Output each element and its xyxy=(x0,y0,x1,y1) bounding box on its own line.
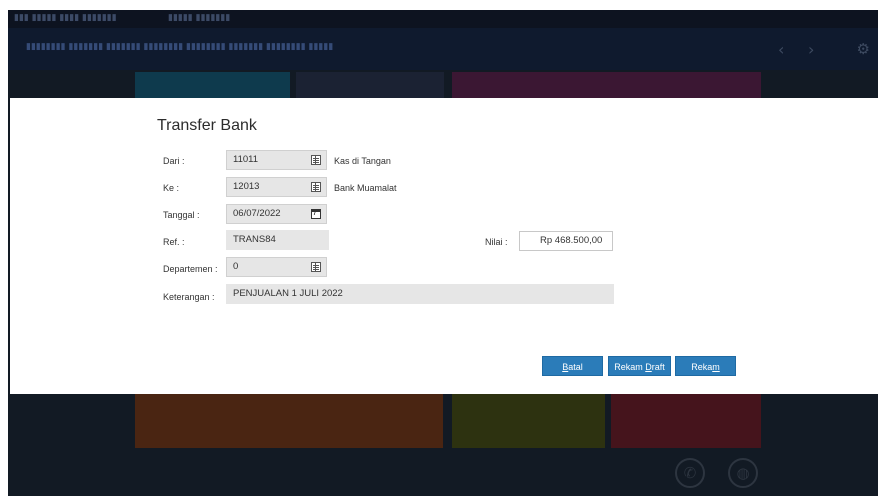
rekam-draft-button-label-pre: Rekam xyxy=(614,362,646,372)
dari-value: 11011 xyxy=(233,154,259,165)
calendar-icon[interactable]: 7 xyxy=(311,209,321,219)
nilai-value: Rp 468.500,00 xyxy=(540,235,603,246)
table-lookup-icon[interactable] xyxy=(311,155,321,165)
background-tile xyxy=(452,72,761,98)
ref-value: TRANS84 xyxy=(233,234,276,245)
background-tile xyxy=(135,394,443,448)
chevron-right-icon: › xyxy=(808,40,815,59)
background-tile xyxy=(452,394,605,448)
tanggal-value: 06/07/2022 xyxy=(233,208,281,219)
table-lookup-icon[interactable] xyxy=(311,262,321,272)
tanggal-field[interactable]: 06/07/2022 7 xyxy=(226,204,327,224)
keterangan-field[interactable]: PENJUALAN 1 JULI 2022 xyxy=(226,284,614,304)
rekam-button-label-pre: Reka xyxy=(691,362,713,372)
globe-icon: ◍ xyxy=(728,458,758,488)
table-lookup-icon[interactable] xyxy=(311,182,321,192)
dari-field[interactable]: 11011 xyxy=(226,150,327,170)
gear-icon: ⚙ xyxy=(856,40,870,58)
batal-button[interactable]: Batal xyxy=(542,356,603,376)
rekam-draft-button[interactable]: Rekam Draft xyxy=(608,356,671,376)
dialog-title: Transfer Bank xyxy=(157,117,257,134)
ke-value: 12013 xyxy=(233,181,260,192)
dari-label: Dari : xyxy=(163,156,185,166)
chevron-left-icon: ‹ xyxy=(778,40,785,59)
transfer-bank-dialog: Transfer Bank Dari : 11011 Kas di Tangan… xyxy=(10,98,878,394)
rekam-button-accesskey: m xyxy=(712,362,720,372)
batal-button-label-post: atal xyxy=(568,362,583,372)
background-tile xyxy=(135,72,290,98)
departemen-value: 0 xyxy=(233,261,239,272)
departemen-label: Departemen : xyxy=(163,264,218,274)
tanggal-label: Tanggal : xyxy=(163,210,200,220)
rekam-draft-button-label-post: raft xyxy=(651,362,665,372)
nilai-label: Nilai : xyxy=(485,237,508,247)
ke-field[interactable]: 12013 xyxy=(226,177,327,197)
background-menu-item: ▮▮▮ ▮▮▮▮▮ ▮▮▮▮ ▮▮▮▮▮▮▮ xyxy=(14,13,117,23)
background-menu-item: ▮▮▮▮▮ ▮▮▮▮▮▮▮ xyxy=(168,13,231,23)
keterangan-value: PENJUALAN 1 JULI 2022 xyxy=(233,288,343,299)
background-navbar: ▮▮▮▮▮▮▮▮ ▮▮▮▮▮▮▮ ▮▮▮▮▮▮▮ ▮▮▮▮▮▮▮▮ ▮▮▮▮▮▮… xyxy=(8,28,878,70)
background-tile xyxy=(296,72,444,98)
background-menubar: ▮▮▮ ▮▮▮▮▮ ▮▮▮▮ ▮▮▮▮▮▮▮ ▮▮▮▮▮ ▮▮▮▮▮▮▮ xyxy=(8,10,878,28)
ref-field[interactable]: TRANS84 xyxy=(226,230,329,250)
ke-label: Ke : xyxy=(163,183,180,193)
departemen-field[interactable]: 0 xyxy=(226,257,327,277)
keterangan-label: Keterangan : xyxy=(163,292,215,302)
dari-account-name: Kas di Tangan xyxy=(334,156,391,166)
ref-label: Ref. : xyxy=(163,237,185,247)
app-window: ▮▮▮ ▮▮▮▮▮ ▮▮▮▮ ▮▮▮▮▮▮▮ ▮▮▮▮▮ ▮▮▮▮▮▮▮ ▮▮▮… xyxy=(0,0,878,496)
phone-icon: ✆ xyxy=(675,458,705,488)
rekam-button[interactable]: Rekam xyxy=(675,356,736,376)
background-tile xyxy=(611,394,761,448)
ke-account-name: Bank Muamalat xyxy=(334,183,397,193)
nilai-field[interactable]: Rp 468.500,00 xyxy=(519,231,613,251)
background-nav-item: ▮▮▮▮▮▮▮▮ ▮▮▮▮▮▮▮ ▮▮▮▮▮▮▮ ▮▮▮▮▮▮▮▮ ▮▮▮▮▮▮… xyxy=(26,42,334,52)
